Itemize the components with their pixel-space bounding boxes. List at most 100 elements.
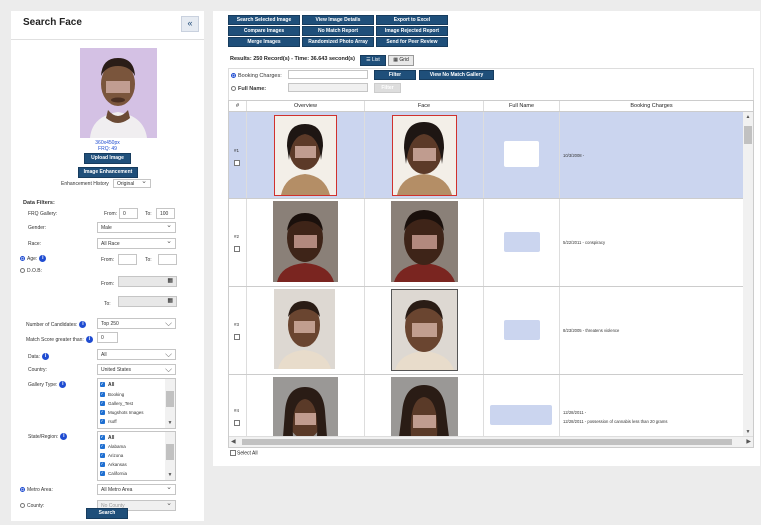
scroll-thumb[interactable]	[242, 439, 732, 445]
candidates-info-icon[interactable]: i	[79, 321, 87, 328]
select-all-checkbox[interactable]	[230, 450, 236, 456]
scroll-up-icon[interactable]: ▲	[743, 114, 753, 120]
upload-image-button[interactable]: Upload Image	[84, 153, 131, 164]
fullname-radio-button[interactable]	[231, 86, 236, 92]
row-checkbox[interactable]	[234, 420, 240, 426]
booking-radio-button[interactable]	[231, 73, 236, 79]
checkbox-checked-icon[interactable]	[100, 434, 105, 441]
scroll-thumb[interactable]	[744, 126, 752, 144]
image-rejected-report-button[interactable]: Image Rejected Report	[376, 26, 448, 36]
filter-button[interactable]: Filter	[374, 70, 416, 80]
search-selected-image-button[interactable]: Search Selected Image	[228, 15, 300, 25]
checkbox-checked-icon[interactable]	[100, 461, 105, 468]
race-select[interactable]: All Race	[97, 237, 176, 249]
scroll-left-icon[interactable]: ◀	[231, 438, 236, 445]
data-select[interactable]: All	[97, 349, 176, 360]
send-peer-review-button[interactable]: Send for Peer Review	[376, 37, 448, 47]
match-score-info-icon[interactable]: i	[85, 336, 93, 343]
dob-radio[interactable]: D.O.B:	[20, 268, 42, 274]
checkbox-checked-icon[interactable]	[100, 391, 105, 398]
frq-to-input[interactable]: 100	[156, 208, 175, 219]
county-radio-button[interactable]	[20, 503, 25, 509]
table-vertical-scrollbar[interactable]: ▲ ▼	[743, 112, 753, 437]
select-all[interactable]: Select All	[230, 450, 258, 456]
gallery-option[interactable]: Mugshots Images	[100, 409, 144, 416]
overview-photo[interactable]	[274, 289, 335, 369]
face-photo[interactable]	[392, 115, 457, 196]
gallery-option[interactable]: Booking	[100, 391, 124, 398]
merge-images-button[interactable]: Merge Images	[228, 37, 300, 47]
table-row[interactable]: #2 5/22/2011 - conspiracy	[229, 199, 743, 287]
match-score-input[interactable]: 0	[97, 332, 118, 343]
checkbox-checked-icon[interactable]	[100, 470, 105, 477]
calendar-icon[interactable]: ▦	[167, 297, 173, 304]
dob-from-input[interactable]: ▦	[118, 276, 177, 287]
no-match-report-button[interactable]: No Match Report	[302, 26, 374, 36]
row-checkbox[interactable]	[234, 160, 240, 166]
face-photo[interactable]	[391, 377, 458, 437]
fullname-radio[interactable]: Full Name:	[231, 86, 266, 92]
compare-images-button[interactable]: Compare Images	[228, 26, 300, 36]
collapse-panel-button[interactable]: «	[181, 16, 199, 32]
scroll-right-icon[interactable]: ▶	[746, 438, 751, 445]
booking-charges-input[interactable]	[288, 70, 368, 79]
table-row[interactable]: #1 10/3/2008 -	[229, 112, 743, 199]
overview-photo[interactable]	[273, 201, 338, 282]
table-horizontal-scrollbar[interactable]: ◀ ▶	[229, 436, 753, 447]
row-checkbox[interactable]	[234, 334, 240, 340]
view-image-details-button[interactable]: View Image Details	[302, 15, 374, 25]
age-from-input[interactable]	[118, 254, 137, 265]
scroll-down-icon[interactable]: ▼	[165, 420, 175, 426]
age-radio-button[interactable]	[20, 256, 25, 261]
county-radio[interactable]: County:	[20, 503, 44, 509]
face-photo[interactable]	[391, 289, 458, 371]
gender-select[interactable]: Male	[97, 221, 176, 233]
state-option[interactable]: California	[100, 470, 127, 477]
checkbox-checked-icon[interactable]	[100, 443, 105, 450]
checkbox-checked-icon[interactable]	[100, 452, 105, 459]
age-info-icon[interactable]: i	[39, 255, 47, 262]
row-checkbox[interactable]	[234, 246, 240, 252]
checkbox-checked-icon[interactable]	[100, 400, 105, 407]
data-info-icon[interactable]: i	[41, 353, 49, 360]
export-excel-button[interactable]: Export to Excel	[376, 15, 448, 25]
gallery-option[interactable]: rsoff	[100, 418, 117, 425]
enhancement-history-select[interactable]: Original	[113, 178, 151, 188]
gallery-option[interactable]: Gallery_Test	[100, 400, 133, 407]
face-photo[interactable]	[391, 201, 458, 282]
frq-from-input[interactable]: 0	[119, 208, 138, 219]
dob-radio-button[interactable]	[20, 268, 25, 274]
list-view-button[interactable]: ☰ List	[360, 55, 386, 66]
candidates-select[interactable]: Top 250	[97, 318, 176, 329]
view-no-match-gallery-button[interactable]: View No Match Gallery	[419, 70, 494, 80]
gallery-scrollbar[interactable]: ▼	[165, 379, 175, 428]
age-radio[interactable]: Age: i	[20, 255, 47, 262]
checkbox-checked-icon[interactable]	[100, 381, 105, 388]
gallery-option[interactable]: All	[100, 381, 114, 388]
table-row[interactable]: #4 12/28/2011 - 12/28/2011 - possession …	[229, 375, 743, 437]
overview-photo[interactable]	[274, 115, 337, 196]
state-option[interactable]: Arizona	[100, 452, 123, 459]
checkbox-checked-icon[interactable]	[100, 409, 105, 416]
state-scrollbar[interactable]: ▼	[165, 432, 175, 480]
grid-view-button[interactable]: ▦ Grid	[388, 55, 414, 66]
state-option[interactable]: Arkansas	[100, 461, 127, 468]
metro-radio[interactable]: Metro Area:	[20, 487, 53, 493]
scroll-down-icon[interactable]: ▼	[165, 472, 175, 478]
fullname-filter-button[interactable]: Filter	[374, 83, 401, 93]
metro-radio-button[interactable]	[20, 487, 25, 493]
scroll-down-icon[interactable]: ▼	[743, 429, 753, 435]
calendar-icon[interactable]: ▦	[167, 277, 173, 284]
country-select[interactable]: United States	[97, 364, 176, 375]
booking-radio[interactable]: Booking Charges:	[231, 73, 282, 79]
metro-select[interactable]: All Metro Area	[97, 483, 176, 495]
image-enhancement-button[interactable]: Image Enhancement	[78, 167, 138, 178]
state-list[interactable]: All Alabama Arizona Arkansas California …	[97, 431, 176, 481]
state-option[interactable]: Alabama	[100, 443, 126, 450]
age-to-input[interactable]	[158, 254, 177, 265]
checkbox-checked-icon[interactable]	[100, 418, 105, 425]
gallery-type-info-icon[interactable]: i	[59, 381, 67, 388]
gallery-type-list[interactable]: All Booking Gallery_Test Mugshots Images…	[97, 378, 176, 429]
fullname-input[interactable]	[288, 83, 368, 92]
overview-photo[interactable]	[273, 377, 338, 437]
